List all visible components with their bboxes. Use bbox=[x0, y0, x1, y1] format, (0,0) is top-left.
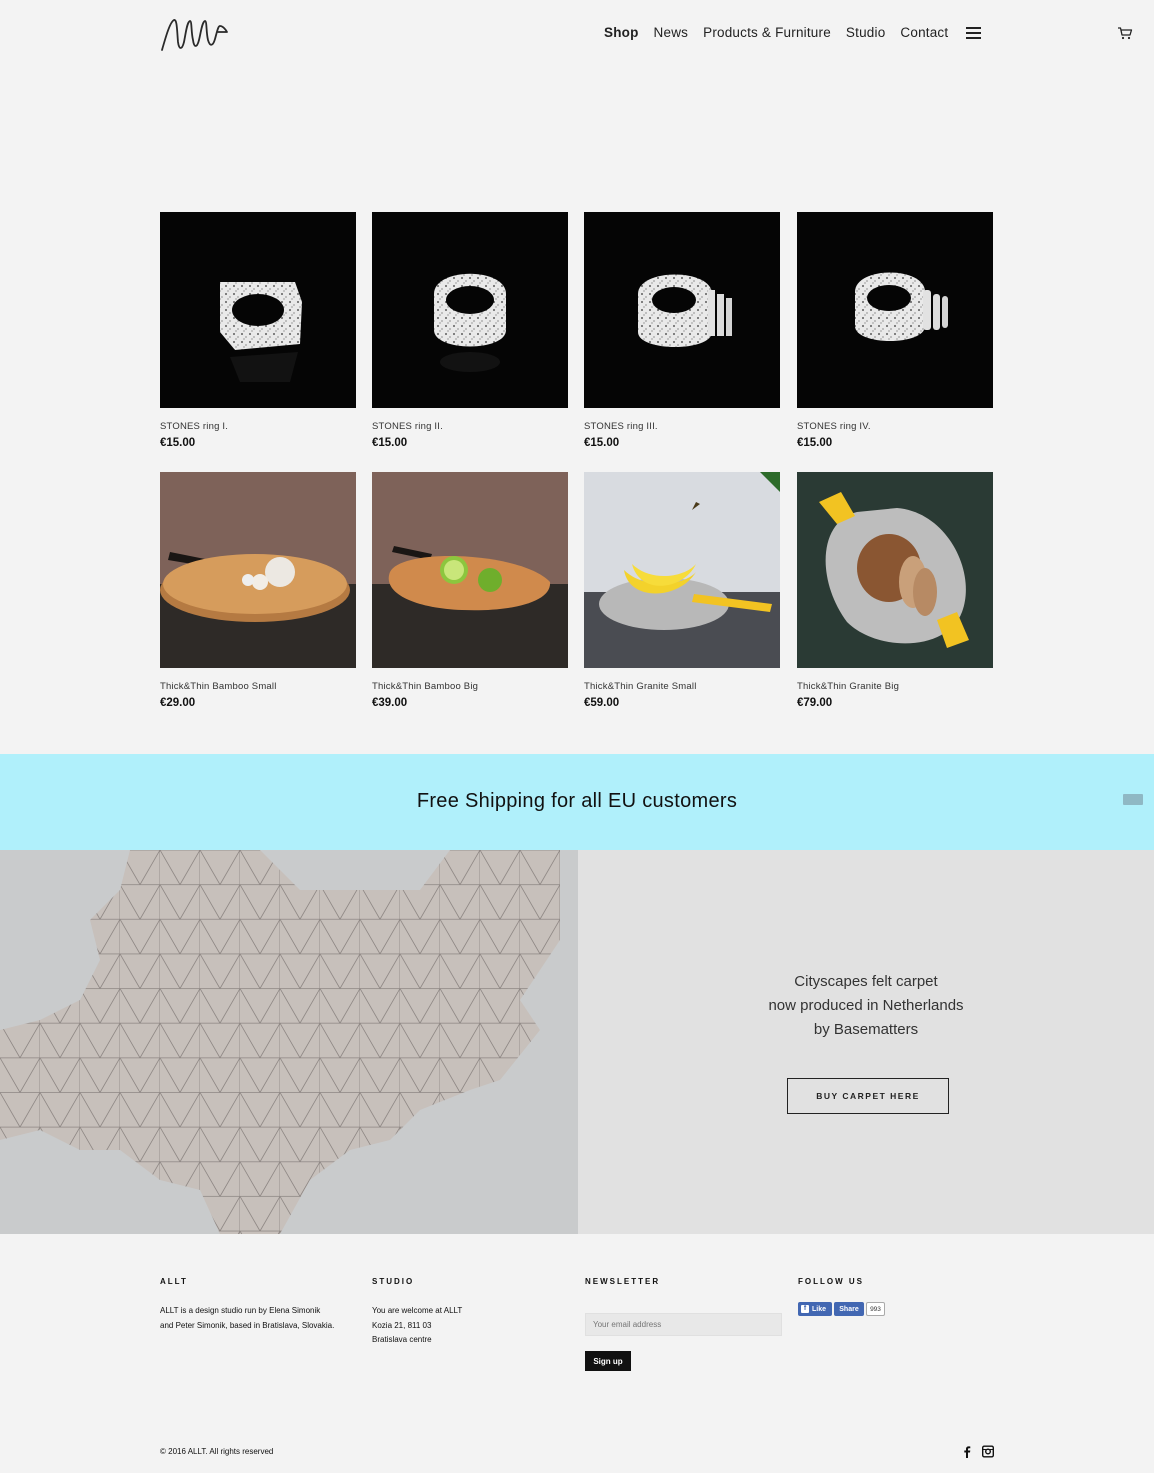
product-name[interactable]: STONES ring IV. bbox=[797, 421, 993, 432]
footer-heading: FOLLOW US bbox=[798, 1277, 864, 1286]
signup-button[interactable]: Sign up bbox=[585, 1351, 631, 1371]
product-price: €79.00 bbox=[797, 697, 833, 709]
product-name[interactable]: Thick&Thin Bamboo Small bbox=[160, 681, 356, 692]
product-image[interactable] bbox=[584, 472, 780, 668]
product-card[interactable]: Thick&Thin Bamboo Small €29.00 bbox=[160, 472, 356, 709]
product-card[interactable]: STONES ring I. €15.00 bbox=[160, 212, 356, 449]
shipping-banner-text: Free Shipping for all EU customers bbox=[416, 790, 738, 812]
footer-studio: STUDIO You are welcome at ALLT Kozia 21,… bbox=[372, 1277, 572, 1348]
nav-news[interactable]: News bbox=[654, 25, 689, 40]
footer-text: ALLT is a design studio run by Elena Sim… bbox=[160, 1304, 360, 1333]
product-card[interactable]: Thick&Thin Bamboo Big €39.00 bbox=[372, 472, 568, 709]
promo-line: now produced in Netherlands bbox=[768, 997, 964, 1014]
facebook-like-button[interactable]: f Like bbox=[798, 1302, 832, 1316]
product-name[interactable]: STONES ring I. bbox=[160, 421, 356, 432]
product-image[interactable] bbox=[797, 212, 993, 408]
product-image[interactable] bbox=[797, 472, 993, 668]
product-card[interactable]: Thick&Thin Granite Small €59.00 bbox=[584, 472, 780, 709]
carpet-promo: Cityscapes felt carpet now produced in N… bbox=[578, 850, 1154, 1234]
footer-line: and Peter Simonik, based in Bratislava, … bbox=[160, 1320, 335, 1330]
product-price: €39.00 bbox=[372, 697, 408, 709]
product-name[interactable]: STONES ring II. bbox=[372, 421, 568, 432]
newsletter-email-input[interactable] bbox=[585, 1313, 782, 1336]
product-name[interactable]: Thick&Thin Granite Big bbox=[797, 681, 993, 692]
facebook-f-icon: f bbox=[801, 1305, 809, 1313]
instagram-icon[interactable] bbox=[982, 1445, 994, 1458]
chat-icon[interactable] bbox=[1123, 794, 1143, 805]
nav-products-furniture[interactable]: Products & Furniture bbox=[703, 25, 831, 40]
product-card[interactable]: STONES ring III. €15.00 bbox=[584, 212, 780, 449]
like-label: Like bbox=[812, 1305, 827, 1313]
share-label: Share bbox=[839, 1305, 859, 1313]
buy-carpet-button[interactable]: BUY CARPET HERE bbox=[787, 1078, 949, 1114]
footer-newsletter: NEWSLETTER bbox=[585, 1277, 785, 1286]
footer-follow: FOLLOW US bbox=[798, 1277, 998, 1286]
facebook-share-button[interactable]: Share bbox=[834, 1302, 864, 1316]
main-nav: Shop News Products & Furniture Studio Co… bbox=[604, 25, 982, 40]
cart-icon[interactable] bbox=[1117, 26, 1133, 40]
product-card[interactable]: STONES ring II. €15.00 bbox=[372, 212, 568, 449]
footer-line: Kozia 21, 811 03 bbox=[372, 1320, 432, 1330]
shipping-banner: Free Shipping for all EU customers bbox=[0, 754, 1154, 850]
carpet-image bbox=[0, 850, 578, 1234]
product-image[interactable] bbox=[160, 472, 356, 668]
promo-line: by Basematters bbox=[813, 1021, 919, 1038]
footer-heading: ALLT bbox=[160, 1277, 188, 1286]
product-price: €15.00 bbox=[797, 437, 833, 449]
product-image[interactable] bbox=[372, 472, 568, 668]
footer-heading: STUDIO bbox=[372, 1277, 415, 1286]
product-price: €15.00 bbox=[372, 437, 408, 449]
nav-studio[interactable]: Studio bbox=[846, 25, 885, 40]
product-card[interactable]: STONES ring IV. €15.00 bbox=[797, 212, 993, 449]
product-name[interactable]: Thick&Thin Bamboo Big bbox=[372, 681, 568, 692]
product-image[interactable] bbox=[584, 212, 780, 408]
footer-heading: NEWSLETTER bbox=[585, 1277, 661, 1286]
allt-logo[interactable] bbox=[160, 18, 230, 52]
product-image[interactable] bbox=[160, 212, 356, 408]
footer-line: Bratislava centre bbox=[372, 1335, 432, 1344]
footer-line: You are welcome at ALLT bbox=[372, 1306, 463, 1315]
nav-shop[interactable]: Shop bbox=[604, 25, 639, 40]
product-image[interactable] bbox=[372, 212, 568, 408]
carpet-promo-text: Cityscapes felt carpet now produced in N… bbox=[578, 970, 1154, 1042]
copyright-text: © 2016 ALLT. All rights reserved bbox=[160, 1447, 274, 1456]
product-price: €29.00 bbox=[160, 697, 196, 709]
facebook-icon[interactable] bbox=[961, 1445, 973, 1458]
footer-allt: ALLT ALLT is a design studio run by Elen… bbox=[160, 1277, 360, 1333]
promo-line: Cityscapes felt carpet bbox=[794, 973, 938, 990]
product-name[interactable]: STONES ring III. bbox=[584, 421, 780, 432]
product-card[interactable]: Thick&Thin Granite Big €79.00 bbox=[797, 472, 993, 709]
footer-line: ALLT is a design studio run by Elena Sim… bbox=[160, 1306, 321, 1315]
footer-text: You are welcome at ALLT Kozia 21, 811 03… bbox=[372, 1304, 572, 1348]
hamburger-menu-icon[interactable] bbox=[966, 26, 982, 39]
share-count: 993 bbox=[866, 1302, 885, 1316]
product-price: €15.00 bbox=[584, 437, 620, 449]
product-price: €15.00 bbox=[160, 437, 196, 449]
nav-contact[interactable]: Contact bbox=[900, 25, 948, 40]
product-name[interactable]: Thick&Thin Granite Small bbox=[584, 681, 780, 692]
site-header: Shop News Products & Furniture Studio Co… bbox=[0, 0, 1154, 70]
product-price: €59.00 bbox=[584, 697, 620, 709]
